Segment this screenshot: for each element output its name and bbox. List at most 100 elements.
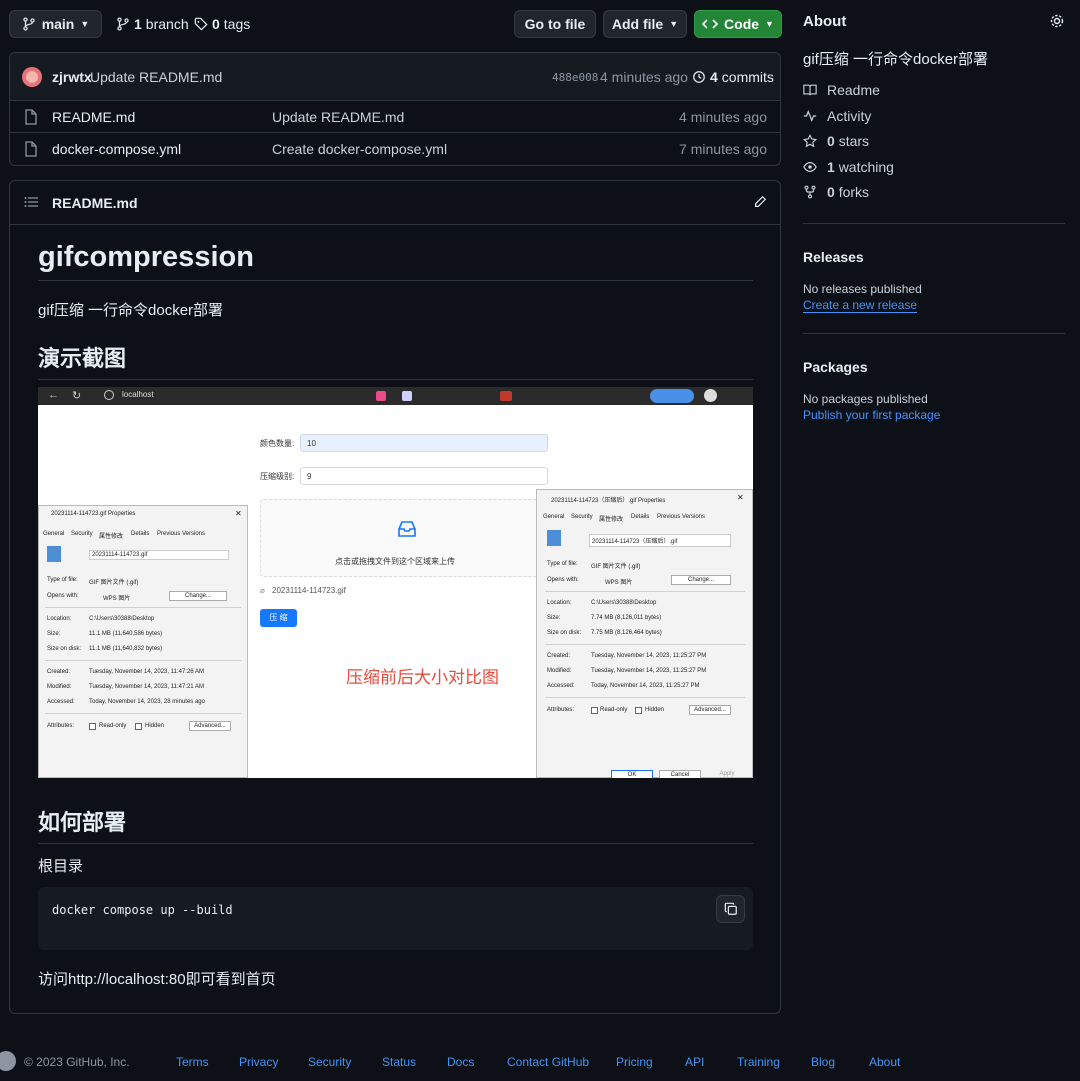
file-commit-message[interactable]: Update README.md [272, 109, 404, 125]
dialog-filename: 20231114-114723（压缩后）.gif [589, 534, 731, 547]
footer-copyright: © 2023 GitHub, Inc. [24, 1055, 130, 1069]
extension-icons [500, 391, 512, 401]
dialog-label: Size: [547, 615, 561, 621]
github-logo-icon[interactable] [0, 1051, 16, 1071]
dialog-value: WPS 图片 [605, 580, 633, 586]
colors-value: 10 [307, 439, 316, 448]
tags-label: tags [223, 16, 251, 32]
advanced-button: Advanced... [189, 721, 231, 731]
stars-label: stars [838, 133, 870, 149]
dialog-tab: 属性修改 [599, 517, 624, 523]
stars-link[interactable]: 0 stars [803, 133, 869, 149]
latest-commit-bar: zjrwtx Update README.md 488e008 4 minute… [10, 53, 780, 101]
change-button: Change... [169, 591, 227, 601]
dialog-tab: Previous Versions [657, 514, 706, 520]
code-button[interactable]: Code ▼ [694, 10, 782, 38]
commits-link[interactable]: 4 commits [692, 69, 774, 85]
footer-link-api[interactable]: API [685, 1055, 704, 1069]
dialog-tab: 属性修改 [99, 534, 124, 540]
footer-link-about[interactable]: About [869, 1055, 900, 1069]
commits-label: commits [721, 69, 774, 85]
packages-heading[interactable]: Packages [803, 359, 868, 375]
level-input: 9 [300, 467, 548, 485]
checkbox-icon [89, 723, 96, 730]
visit-text: 访问http://localhost:80即可看到首页 [38, 971, 276, 988]
code-icon [702, 17, 719, 31]
dialog-tab: Security [71, 531, 93, 537]
go-to-file-label: Go to file [524, 16, 586, 32]
dialog-label: Created: [47, 669, 71, 675]
dialog-label: Size on disk: [47, 646, 82, 652]
watching-label: watching [838, 159, 894, 175]
forks-link[interactable]: 0 forks [803, 184, 869, 200]
dialog-tab: Details [131, 531, 150, 537]
divider [803, 333, 1065, 334]
left-properties-dialog: 20231114-114723.gif Properties ✕ General… [38, 505, 248, 778]
compress-button: 压 缩 [260, 609, 297, 627]
commit-message[interactable]: Update README.md [90, 69, 222, 85]
refresh-icon: ↻ [72, 390, 82, 402]
watching-link[interactable]: 1 watching [803, 159, 894, 175]
releases-heading[interactable]: Releases [803, 249, 864, 265]
footer-link-contact[interactable]: Contact GitHub [507, 1055, 589, 1069]
dialog-label: Size: [47, 631, 61, 637]
footer-link-privacy[interactable]: Privacy [239, 1055, 278, 1069]
footer-link-status[interactable]: Status [382, 1055, 416, 1069]
close-icon: ✕ [737, 493, 744, 502]
footer-link-docs[interactable]: Docs [447, 1055, 474, 1069]
tags-link[interactable]: 0 tags [194, 16, 250, 32]
dialog-label: Created: [547, 653, 571, 659]
gif-file-icon [47, 546, 61, 562]
file-name[interactable]: README.md [52, 109, 135, 125]
publish-package-link[interactable]: Publish your first package [803, 408, 940, 422]
gif-file-icon [547, 530, 561, 546]
activity-label: Activity [827, 108, 872, 124]
list-icon[interactable] [24, 196, 38, 208]
gear-icon[interactable] [1049, 13, 1065, 29]
dialog-label: Modified: [547, 668, 572, 674]
dialog-value: 7.74 MB (8,126,011 bytes) [591, 615, 662, 621]
dialog-value: WPS 图片 [103, 596, 131, 602]
branches-link[interactable]: 1 branch [116, 16, 189, 32]
branch-select-button[interactable]: main ▼ [9, 10, 102, 38]
copy-button[interactable] [716, 895, 745, 923]
dialog-value: 11.1 MB (11,640,586 bytes) [89, 631, 163, 637]
copy-icon [724, 902, 738, 916]
footer-link-pricing[interactable]: Pricing [616, 1055, 653, 1069]
no-packages-text: No packages published [803, 392, 928, 406]
create-release-link[interactable]: Create a new release [803, 298, 918, 313]
file-name[interactable]: docker-compose.yml [52, 141, 181, 157]
heading-deploy: 如何部署 [38, 805, 753, 844]
dialog-value: GIF 图片文件 (.gif) [591, 564, 641, 570]
commit-sha[interactable]: 488e008 [552, 71, 598, 84]
cancel-button: Cancel [659, 770, 701, 778]
pencil-icon[interactable] [753, 195, 767, 209]
footer-link-terms[interactable]: Terms [176, 1055, 209, 1069]
readme-panel: README.md gifcompression gif压缩 一行命令docke… [9, 180, 781, 1014]
divider [803, 223, 1065, 224]
readme-link[interactable]: Readme [803, 82, 880, 98]
file-icon [24, 109, 38, 125]
activity-link[interactable]: Activity [803, 108, 871, 124]
dialog-title: 20231114-114723（压缩后）.gif Properties [551, 498, 666, 504]
footer-link-blog[interactable]: Blog [811, 1055, 835, 1069]
avatar[interactable] [22, 67, 42, 87]
file-commit-message[interactable]: Create docker-compose.yml [272, 141, 447, 157]
paperclip-icon: ⌀ [260, 586, 265, 595]
file-row[interactable]: docker-compose.yml Create docker-compose… [10, 133, 780, 165]
footer-link-security[interactable]: Security [308, 1055, 351, 1069]
dialog-label: Type of file: [47, 577, 78, 583]
add-file-button[interactable]: Add file ▼ [603, 10, 687, 38]
forks-count: 0 [827, 184, 835, 200]
profile-avatar [704, 389, 717, 402]
commit-author[interactable]: zjrwtx [52, 69, 92, 85]
checkbox-icon [591, 707, 598, 714]
go-to-file-button[interactable]: Go to file [514, 10, 596, 38]
file-row[interactable]: README.md Update README.md 4 minutes ago [10, 101, 780, 133]
footer-link-training[interactable]: Training [737, 1055, 780, 1069]
sync-pill [650, 389, 694, 403]
git-branch-icon [22, 17, 36, 31]
colors-input: 10 [300, 434, 548, 452]
fork-icon [803, 185, 817, 199]
dialog-value: Hidden [145, 723, 165, 729]
